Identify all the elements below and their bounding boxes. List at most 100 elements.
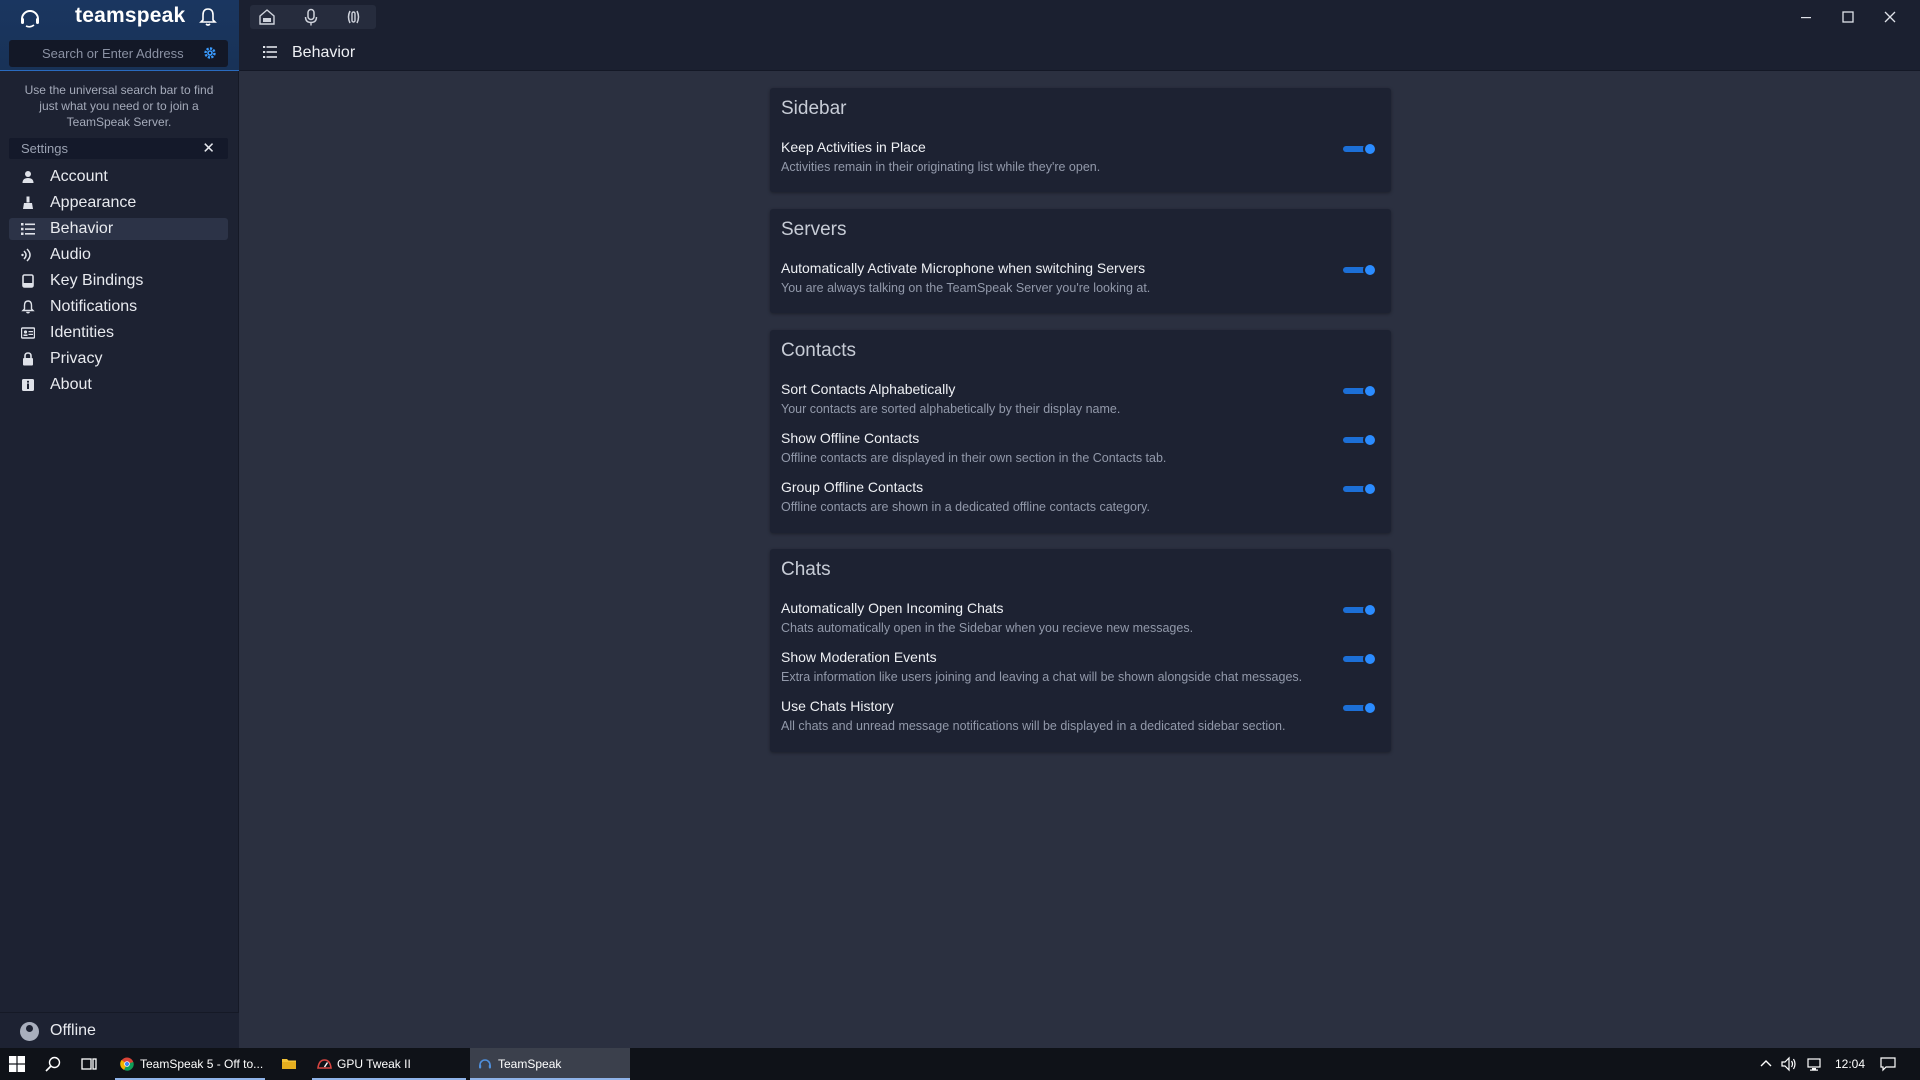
volume-icon[interactable]	[1781, 1056, 1797, 1072]
speaker-icon[interactable]	[344, 8, 362, 26]
nav-item-notifications[interactable]: Notifications	[9, 296, 228, 318]
search-icon[interactable]	[45, 1056, 61, 1072]
file-explorer-icon[interactable]	[281, 1056, 297, 1072]
notifications-bell-icon[interactable]	[197, 6, 219, 28]
brand-name: teamspeak	[75, 4, 186, 27]
settings-content: Sidebar Keep Activities in Place Activit…	[240, 72, 1920, 1048]
minimize-icon[interactable]	[1790, 6, 1822, 28]
brush-icon	[23, 196, 33, 209]
chrome-icon	[120, 1057, 134, 1071]
top-bar: Behavior	[239, 0, 1920, 71]
auto-activate-mic-toggle[interactable]	[1341, 261, 1379, 279]
teamspeak-taskbar-icon	[479, 1059, 491, 1069]
nav-label: Notifications	[50, 298, 138, 315]
away-icon[interactable]	[258, 8, 276, 26]
windows-taskbar: TeamSpeak 5 - Off to... GPU Tweak II Tea…	[0, 1048, 1920, 1080]
setting-title: Automatically Open Incoming Chats	[781, 600, 1004, 616]
setting-use-chats-history: Use Chats History All chats and unread m…	[781, 698, 1381, 738]
universal-search	[9, 40, 228, 67]
info-icon	[22, 379, 34, 391]
nav-item-behavior[interactable]: Behavior	[9, 218, 228, 240]
brand-bar: teamspeak	[0, 0, 239, 71]
windows-start-icon[interactable]	[9, 1056, 25, 1072]
nav-label: Identities	[50, 324, 115, 341]
sort-contacts-toggle[interactable]	[1341, 382, 1379, 400]
quick-actions	[250, 5, 376, 29]
close-window-icon[interactable]	[1874, 6, 1906, 28]
nav-label: About	[50, 376, 92, 393]
section-chats: Chats Automatically Open Incoming Chats …	[770, 549, 1391, 752]
setting-title: Show Offline Contacts	[781, 430, 920, 446]
nav-item-privacy[interactable]: Privacy	[9, 348, 228, 370]
setting-auto-activate-mic: Automatically Activate Microphone when s…	[781, 260, 1381, 300]
setting-auto-open-chats: Automatically Open Incoming Chats Chats …	[781, 600, 1381, 640]
nav-label: Privacy	[50, 350, 103, 367]
section-contacts: Contacts Sort Contacts Alphabetically Yo…	[770, 330, 1391, 533]
show-offline-contacts-toggle[interactable]	[1341, 431, 1379, 449]
nav-item-identities[interactable]: Identities	[9, 322, 228, 344]
close-settings-icon[interactable]: ✕	[202, 139, 215, 157]
section-servers: Servers Automatically Activate Microphon…	[770, 209, 1391, 313]
page-title: Behavior	[292, 44, 356, 61]
microphone-icon[interactable]	[302, 8, 320, 26]
setting-title: Group Offline Contacts	[781, 479, 924, 495]
settings-filter-label: Settings	[21, 141, 68, 156]
setting-show-offline-contacts: Show Offline Contacts Offline contacts a…	[781, 430, 1381, 470]
connection-status[interactable]: Offline	[0, 1012, 239, 1048]
audio-icon	[21, 248, 31, 262]
nav-item-appearance[interactable]: Appearance	[9, 192, 228, 214]
search-settings-gear-icon[interactable]	[202, 45, 218, 61]
clock[interactable]: 12:04	[1835, 1057, 1865, 1071]
lock-icon	[23, 352, 33, 366]
taskbar-app-teamspeak[interactable]: TeamSpeak	[470, 1048, 630, 1080]
setting-description: Extra information like users joining and…	[781, 670, 1303, 684]
keyboard-icon	[22, 274, 34, 288]
taskbar-app-gpu-tweak[interactable]: GPU Tweak II	[312, 1048, 466, 1080]
keep-activities-toggle[interactable]	[1341, 140, 1379, 158]
search-input[interactable]	[9, 40, 199, 67]
user-icon	[22, 171, 34, 183]
nav-label: Audio	[50, 246, 91, 263]
identity-icon	[21, 327, 35, 339]
section-title: Chats	[781, 559, 831, 580]
nav-label: Account	[50, 168, 108, 185]
setting-title: Use Chats History	[781, 698, 894, 714]
network-icon[interactable]	[1806, 1056, 1822, 1072]
status-label: Offline	[50, 1022, 96, 1039]
show-moderation-events-toggle[interactable]	[1341, 650, 1379, 668]
section-sidebar: Sidebar Keep Activities in Place Activit…	[770, 88, 1391, 192]
setting-show-moderation-events: Show Moderation Events Extra information…	[781, 649, 1381, 689]
nav-item-about[interactable]: About	[9, 374, 228, 396]
setting-description: Offline contacts are shown in a dedicate…	[781, 500, 1150, 514]
taskbar-app-chrome[interactable]: TeamSpeak 5 - Off to...	[115, 1048, 265, 1080]
use-chats-history-toggle[interactable]	[1341, 699, 1379, 717]
nav-item-key-bindings[interactable]: Key Bindings	[9, 270, 228, 292]
taskbar-app-label: TeamSpeak	[498, 1057, 562, 1071]
task-view-icon[interactable]	[81, 1056, 97, 1072]
gpu-tweak-icon	[317, 1059, 332, 1069]
setting-title: Automatically Activate Microphone when s…	[781, 260, 1146, 276]
chevron-up-icon[interactable]	[1760, 1056, 1772, 1072]
bell-icon	[21, 300, 35, 314]
menu-icon[interactable]	[263, 46, 277, 58]
nav-item-account[interactable]: Account	[9, 166, 228, 188]
setting-description: Offline contacts are displayed in their …	[781, 451, 1167, 465]
teamspeak-logo-icon	[21, 10, 39, 28]
section-title: Sidebar	[781, 98, 847, 119]
settings-nav: Account Appearance Behavior Audio Key Bi…	[9, 166, 228, 400]
maximize-icon[interactable]	[1832, 6, 1864, 28]
nav-item-audio[interactable]: Audio	[9, 244, 228, 266]
search-hint-text: Use the universal search bar to find jus…	[24, 83, 214, 129]
auto-open-chats-toggle[interactable]	[1341, 601, 1379, 619]
setting-group-offline-contacts: Group Offline Contacts Offline contacts …	[781, 479, 1381, 519]
group-offline-contacts-toggle[interactable]	[1341, 480, 1379, 498]
setting-description: All chats and unread message notificatio…	[781, 719, 1286, 733]
setting-description: You are always talking on the TeamSpeak …	[781, 281, 1151, 295]
taskbar-app-label: GPU Tweak II	[337, 1057, 411, 1071]
avatar	[20, 1022, 39, 1041]
setting-keep-activities: Keep Activities in Place Activities rema…	[781, 139, 1381, 179]
taskbar-app-label: TeamSpeak 5 - Off to...	[140, 1057, 264, 1071]
setting-title: Sort Contacts Alphabetically	[781, 381, 956, 397]
action-center-icon[interactable]	[1880, 1056, 1896, 1072]
setting-description: Chats automatically open in the Sidebar …	[781, 621, 1194, 635]
